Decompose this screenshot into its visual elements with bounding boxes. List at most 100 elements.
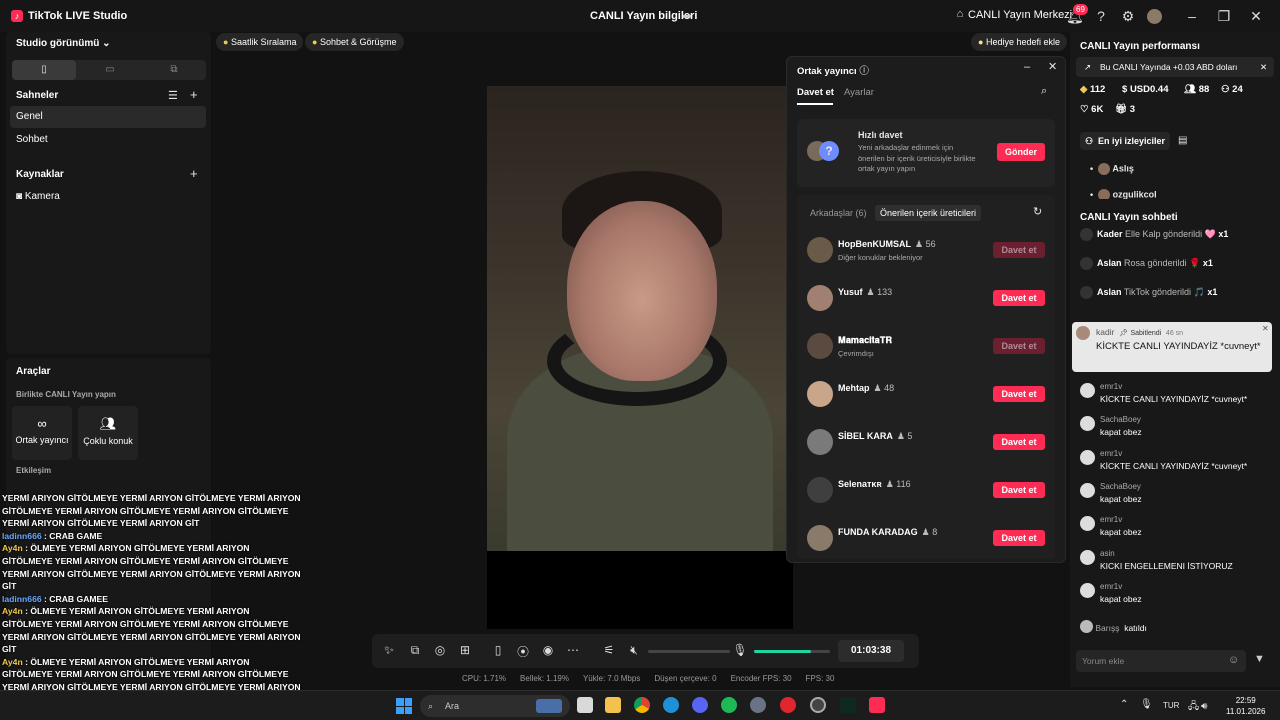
chevron-up-icon[interactable]: ⌃ xyxy=(1120,699,1128,710)
close-icon[interactable]: ✕ xyxy=(1048,60,1057,73)
follower-count: ♟ 48 xyxy=(873,383,895,393)
minimize-icon[interactable]: – xyxy=(1024,61,1030,73)
steam-icon[interactable] xyxy=(750,697,766,713)
record-icon[interactable]: ⦿ xyxy=(515,643,531,660)
invite-button[interactable]: Davet et xyxy=(993,482,1045,498)
tab-friends[interactable]: Arkadaşlar (6) xyxy=(805,205,872,221)
live-center-link[interactable]: CANLI Yayın Merkezi xyxy=(968,9,1072,21)
chat-comment[interactable]: emr1v kapat obez xyxy=(1100,514,1270,538)
mic-icon[interactable]: 🎙︎ xyxy=(1140,699,1153,710)
beauty-icon[interactable]: ◎ xyxy=(432,643,448,657)
landscape-view-icon[interactable]: ▭ xyxy=(78,60,142,80)
replay-icon[interactable]: ◉ xyxy=(540,643,556,657)
source-camera[interactable]: ◙ Kamera xyxy=(16,191,60,202)
chat-title: CANLI Yayın sohbeti xyxy=(1080,212,1178,223)
viewer-item[interactable]: • Aslış xyxy=(1090,163,1134,175)
chat-call-pill[interactable]: ● Sohbet & Görüşme xyxy=(305,33,404,51)
chat-comment[interactable]: SachaBoey kapat obez xyxy=(1100,481,1270,505)
invite-button[interactable]: Davet et xyxy=(993,434,1045,450)
top-viewers-button[interactable]: ⚇ En iyi izleyiciler xyxy=(1080,132,1170,150)
close-icon[interactable]: ✕ xyxy=(1248,8,1264,25)
avatar xyxy=(807,285,833,311)
opera-icon[interactable] xyxy=(780,697,796,713)
hourly-ranking-pill[interactable]: ● Saatlik Sıralama xyxy=(216,33,304,51)
scene-sohbet[interactable]: Sohbet xyxy=(16,134,48,145)
settings-sliders-icon[interactable]: ⚟ xyxy=(601,643,617,657)
emoji-icon[interactable]: ☺ xyxy=(1228,654,1239,666)
overlay-user: Ay4n xyxy=(2,656,23,667)
chat-comment[interactable]: emr1v kapat obez xyxy=(1100,581,1270,605)
multi-view-icon[interactable]: ⧉ xyxy=(142,60,206,80)
tab-settings[interactable]: Ayarlar xyxy=(844,87,874,98)
invite-button[interactable]: Davet et xyxy=(993,338,1045,354)
clock[interactable]: 22:59 11.01.2026 xyxy=(1226,695,1265,717)
overlay-text: : ÖLMEYE YERMİ ARIYON GİTÖLMEYE YERMİ AR… xyxy=(2,543,301,592)
co-host-tool[interactable]: ∞ Ortak yayıncı xyxy=(12,406,72,460)
windows-start-icon[interactable] xyxy=(396,698,412,714)
gear-icon[interactable]: ⚙ xyxy=(1120,8,1136,25)
task-view-icon[interactable] xyxy=(577,697,593,713)
edge-icon[interactable] xyxy=(663,697,679,713)
add-scene-icon[interactable]: + xyxy=(190,87,198,102)
multi-guest-tool[interactable]: 👥︎ Çoklu konuk xyxy=(78,406,138,460)
tiktok-icon[interactable] xyxy=(869,697,885,713)
phone-icon[interactable]: ▯ xyxy=(490,643,506,657)
pinned-comment[interactable]: kadir 📌︎ Sabitlendi 46 sn KİCKTE CANLI Y… xyxy=(1072,322,1272,372)
portrait-view-icon[interactable]: ▯ xyxy=(12,60,76,80)
speaker-mute-icon[interactable]: 🔇︎ xyxy=(626,643,642,658)
language-indicator[interactable]: TUR xyxy=(1163,701,1179,710)
network-icon[interactable]: 🖧︎🔊︎ xyxy=(1188,699,1209,716)
overlay-line: ladinn666 : CRAB GAMEE xyxy=(2,593,302,606)
obs-icon[interactable] xyxy=(810,697,826,713)
discord-icon[interactable] xyxy=(692,697,708,713)
mic-icon[interactable]: 🎙︎ xyxy=(732,643,748,657)
scene-label[interactable]: Genel xyxy=(16,111,43,122)
avatar[interactable] xyxy=(1147,9,1162,24)
add-media-icon[interactable]: ⊞ xyxy=(457,643,473,657)
help-icon[interactable]: ? xyxy=(1093,8,1109,24)
chat-comment[interactable]: emr1v KİCKTE CANLI YAYINDAYİZ *cuvneyt* xyxy=(1100,381,1270,405)
list-icon[interactable]: ☰ xyxy=(168,89,178,102)
invite-button[interactable]: Davet et xyxy=(993,290,1045,306)
chat-comment[interactable]: asin KICKI ENGELLEMENI İSTİYORUZ xyxy=(1100,548,1270,572)
add-source-icon[interactable]: + xyxy=(190,166,198,181)
perf-banner[interactable]: ↗ Bu CANLI Yayında +0.03 ABD doları ✕ xyxy=(1076,57,1274,77)
overlay-text: YERMİ ARIYON GİTÖLMEYE YERMİ ARIYON GİTÖ… xyxy=(2,493,301,529)
coin-icon: ● xyxy=(223,37,229,47)
volume-slider[interactable] xyxy=(648,650,730,653)
chat-comment[interactable]: SachaBoey kapat obez xyxy=(1100,414,1270,438)
kick-icon[interactable] xyxy=(840,697,856,713)
tab-invite[interactable]: Davet et xyxy=(797,87,834,98)
list-icon[interactable]: ▤ xyxy=(1178,135,1187,146)
minimize-icon[interactable]: – xyxy=(1184,8,1200,24)
more-icon[interactable]: ⋯ xyxy=(565,643,581,657)
layout-icon[interactable]: ⧉ xyxy=(407,643,423,658)
invite-button[interactable]: Davet et xyxy=(993,386,1045,402)
creator-name: Selenaᴛᴋʀ ♟ 116 xyxy=(838,479,911,489)
mic-level[interactable] xyxy=(754,650,830,653)
maximize-icon[interactable]: ❐ xyxy=(1216,8,1232,25)
invite-button[interactable]: Davet et xyxy=(993,242,1045,258)
refresh-icon[interactable]: ↻ xyxy=(1033,205,1042,218)
search-icon[interactable]: ⌕ xyxy=(1041,85,1047,98)
comment-input[interactable]: Yorum ekle xyxy=(1076,650,1246,672)
chrome-icon[interactable] xyxy=(634,697,650,713)
overlay-user: ladinn666 xyxy=(2,593,42,604)
invite-button[interactable]: Davet et xyxy=(993,530,1045,546)
file-explorer-icon[interactable] xyxy=(605,697,621,713)
spotify-icon[interactable] xyxy=(721,697,737,713)
effects-icon[interactable]: ✨︎ xyxy=(381,643,397,658)
send-button[interactable]: Gönder xyxy=(997,143,1045,161)
share-icon[interactable]: ➦ xyxy=(682,9,692,23)
close-icon[interactable]: ✕ xyxy=(1262,324,1269,333)
view-switch[interactable]: ▯ ▭ ⧉ xyxy=(12,60,206,80)
search-highlight-icon[interactable] xyxy=(536,699,562,713)
avatar xyxy=(1080,416,1095,432)
studio-view-title[interactable]: Studio görünümü ⌄ xyxy=(16,38,111,49)
tab-suggested[interactable]: Önerilen içerik üreticileri xyxy=(875,205,982,221)
gift-goal-pill[interactable]: ● Hediye hedefi ekle xyxy=(971,33,1068,51)
viewer-item[interactable]: • ozgulikcol xyxy=(1090,189,1157,199)
chat-comment[interactable]: emr1v KİCKTE CANLI YAYINDAYİZ *cuvneyt* xyxy=(1100,448,1270,472)
filter-icon[interactable]: ▼ xyxy=(1254,653,1265,665)
status-item: CPU: 1.71% xyxy=(462,674,507,683)
